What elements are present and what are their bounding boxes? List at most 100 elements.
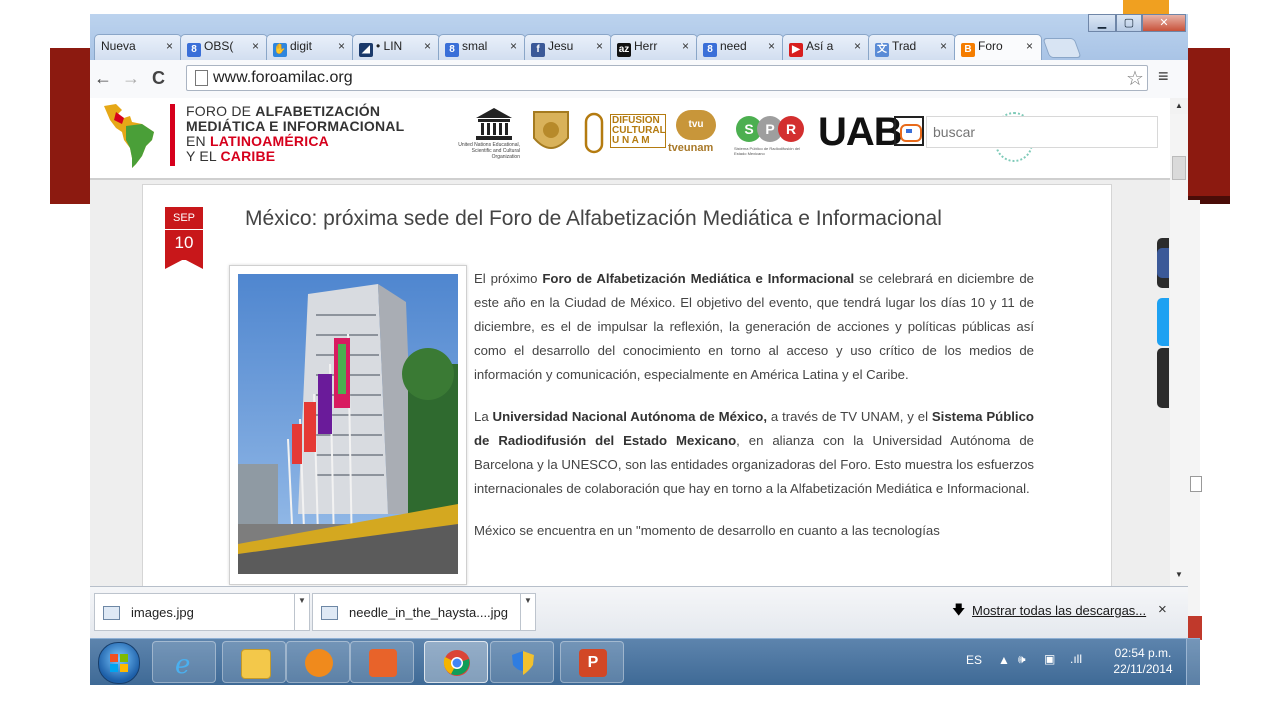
bookmark-star-icon[interactable]: ☆ <box>1126 66 1144 91</box>
tab-close-icon[interactable]: × <box>338 39 345 53</box>
start-button[interactable] <box>98 642 140 684</box>
taskbar-app-orange[interactable] <box>350 641 414 683</box>
svg-text:e: e <box>175 650 190 677</box>
site-search-box[interactable] <box>926 116 1158 148</box>
download-options-arrow-icon[interactable]: ▼ <box>294 593 310 631</box>
tab-close-icon[interactable]: × <box>510 39 517 53</box>
taskbar-chrome[interactable] <box>424 641 488 683</box>
unesco-caption: United Nations Educational, Scientific a… <box>458 142 520 160</box>
scrollbar-thumb[interactable] <box>1172 156 1186 180</box>
taskbar-internet-explorer[interactable]: e <box>152 641 216 683</box>
tab-1[interactable]: 8 OBS( × <box>180 34 268 60</box>
spr-caption: Sistema Público de Radiodifusión del Est… <box>734 146 801 156</box>
new-tab-button[interactable] <box>1042 38 1082 58</box>
language-indicator[interactable]: ES <box>966 653 982 667</box>
p1-text-a: El próximo <box>474 271 543 286</box>
photo-app-icon <box>369 649 397 677</box>
date-month: SEP <box>165 207 203 229</box>
taskbar-clock[interactable]: 02:54 p.m. 22/11/2014 <box>1108 645 1178 677</box>
tab-close-icon[interactable]: × <box>1026 39 1033 53</box>
back-arrow-icon[interactable]: ← <box>94 68 112 89</box>
reload-icon[interactable]: C <box>152 68 165 89</box>
article-title[interactable]: México: próxima sede del Foro de Alfabet… <box>245 207 942 231</box>
tab-close-icon[interactable]: × <box>682 39 689 53</box>
tab-2[interactable]: ✋ digit × <box>266 34 354 60</box>
site-title-line3b: LATINOAMÉRICA <box>209 133 329 149</box>
p2-bold-unam: Universidad Nacional Autónoma de México, <box>492 409 767 424</box>
tab-10-active[interactable]: B Foro × <box>954 34 1042 61</box>
image-file-icon <box>103 606 120 620</box>
tab-close-icon[interactable]: × <box>252 39 259 53</box>
tab-4[interactable]: 8 smal × <box>438 34 526 60</box>
show-hidden-icons-icon[interactable]: ▲ <box>998 653 1010 667</box>
tab-close-icon[interactable]: × <box>854 39 861 53</box>
download-item-needle[interactable]: needle_in_the_haysta....jpg ▼ <box>312 593 536 631</box>
side-widget-dark-2[interactable] <box>1157 348 1169 408</box>
scroll-up-arrow-icon[interactable]: ▲ <box>1170 98 1188 114</box>
tab-9[interactable]: 文 Trad × <box>868 34 956 60</box>
google-8-icon: 8 <box>187 43 201 57</box>
forward-arrow-icon[interactable]: → <box>122 68 140 89</box>
tab-close-icon[interactable]: × <box>166 39 173 53</box>
network-signal-icon[interactable]: .ıll <box>1070 652 1082 666</box>
tvunam-badge: tvu <box>676 110 716 140</box>
translate-icon: 文 <box>875 43 889 57</box>
close-downloads-bar-icon[interactable]: × <box>1158 601 1167 618</box>
tab-0[interactable]: Nueva p × <box>94 34 182 60</box>
facebook-side-icon[interactable] <box>1157 248 1169 278</box>
scroll-down-arrow-icon[interactable]: ▼ <box>1170 564 1188 586</box>
date-day: 10 <box>165 229 203 260</box>
show-desktop-button[interactable] <box>1186 639 1201 685</box>
volume-icon[interactable]: 🕪 <box>1018 652 1026 667</box>
taskbar-security-shield[interactable] <box>490 641 554 683</box>
address-bar[interactable]: www.foroamilac.org <box>186 65 1148 91</box>
minimize-button[interactable]: ▁ <box>1088 14 1116 32</box>
download-item-images[interactable]: images.jpg ▼ <box>94 593 310 631</box>
site-title-line4b: CARIBE <box>220 148 276 164</box>
tab-8[interactable]: ▶ Así a × <box>782 34 870 60</box>
p1-text-c: se celebrará en diciembre de este año en… <box>474 271 1034 382</box>
unesco-temple-icon <box>476 108 512 140</box>
show-all-downloads-link[interactable]: Mostrar todas las descargas... <box>972 603 1146 618</box>
browser-window: Nueva p × 8OBS( × ✋digit × ◢• LIN × 8sma… <box>90 14 1188 638</box>
menu-hamburger-icon[interactable]: ≡ <box>1158 66 1169 87</box>
taskbar-media-player[interactable] <box>286 641 350 683</box>
title-red-bar <box>170 104 175 166</box>
slide-card-mark <box>1190 476 1202 492</box>
tab-6[interactable]: az Herr × <box>610 34 698 60</box>
twitter-side-icon[interactable] <box>1157 298 1169 346</box>
difusion-line-3: U N A M <box>612 135 650 146</box>
power-plug-icon[interactable]: ▣ <box>1044 652 1055 666</box>
unam-shield-icon <box>533 111 569 149</box>
date-badge: SEP 10 <box>165 207 203 273</box>
google-8-icon: 8 <box>445 43 459 57</box>
taskbar-file-explorer[interactable] <box>222 641 286 683</box>
download-options-arrow-icon[interactable]: ▼ <box>520 593 536 631</box>
tab-close-icon[interactable]: × <box>596 39 603 53</box>
tab-5[interactable]: f Jesu × <box>524 34 612 60</box>
site-header: FORO DE ALFABETIZACIÓN MEDIÁTICA E INFOR… <box>90 98 1170 180</box>
tab-title: need <box>720 39 747 53</box>
maximize-button[interactable]: ▢ <box>1116 14 1142 32</box>
article-photo[interactable] <box>229 265 467 585</box>
tab-close-icon[interactable]: × <box>940 39 947 53</box>
download-filename: needle_in_the_haysta....jpg <box>349 605 509 620</box>
p2-text-c: a través de TV UNAM, y el <box>766 409 932 424</box>
tab-title: Jesu <box>548 39 574 53</box>
tab-close-icon[interactable]: × <box>424 39 431 53</box>
tab-7[interactable]: 8 need × <box>696 34 784 60</box>
article-paragraph-3: México se encuentra en un "momento de de… <box>474 523 940 538</box>
slide-red-strip <box>1188 616 1202 640</box>
url-text[interactable]: www.foroamilac.org <box>213 69 353 87</box>
tab-close-icon[interactable]: × <box>768 39 775 53</box>
google-8-icon: 8 <box>703 43 717 57</box>
folder-icon <box>241 649 271 679</box>
slide-red-band-right <box>1188 48 1230 202</box>
taskbar-powerpoint[interactable]: P <box>560 641 624 683</box>
site-title[interactable]: FORO DE ALFABETIZACIÓN MEDIÁTICA E INFOR… <box>186 104 404 164</box>
site-title-line1b: ALFABETIZACIÓN <box>255 103 381 119</box>
close-window-button[interactable]: ✕ <box>1142 14 1186 32</box>
tab-3[interactable]: ◢ • LIN × <box>352 34 440 60</box>
search-input[interactable] <box>927 117 1135 147</box>
article-card: SEP 10 México: próxima sede del Foro de … <box>142 184 1112 586</box>
